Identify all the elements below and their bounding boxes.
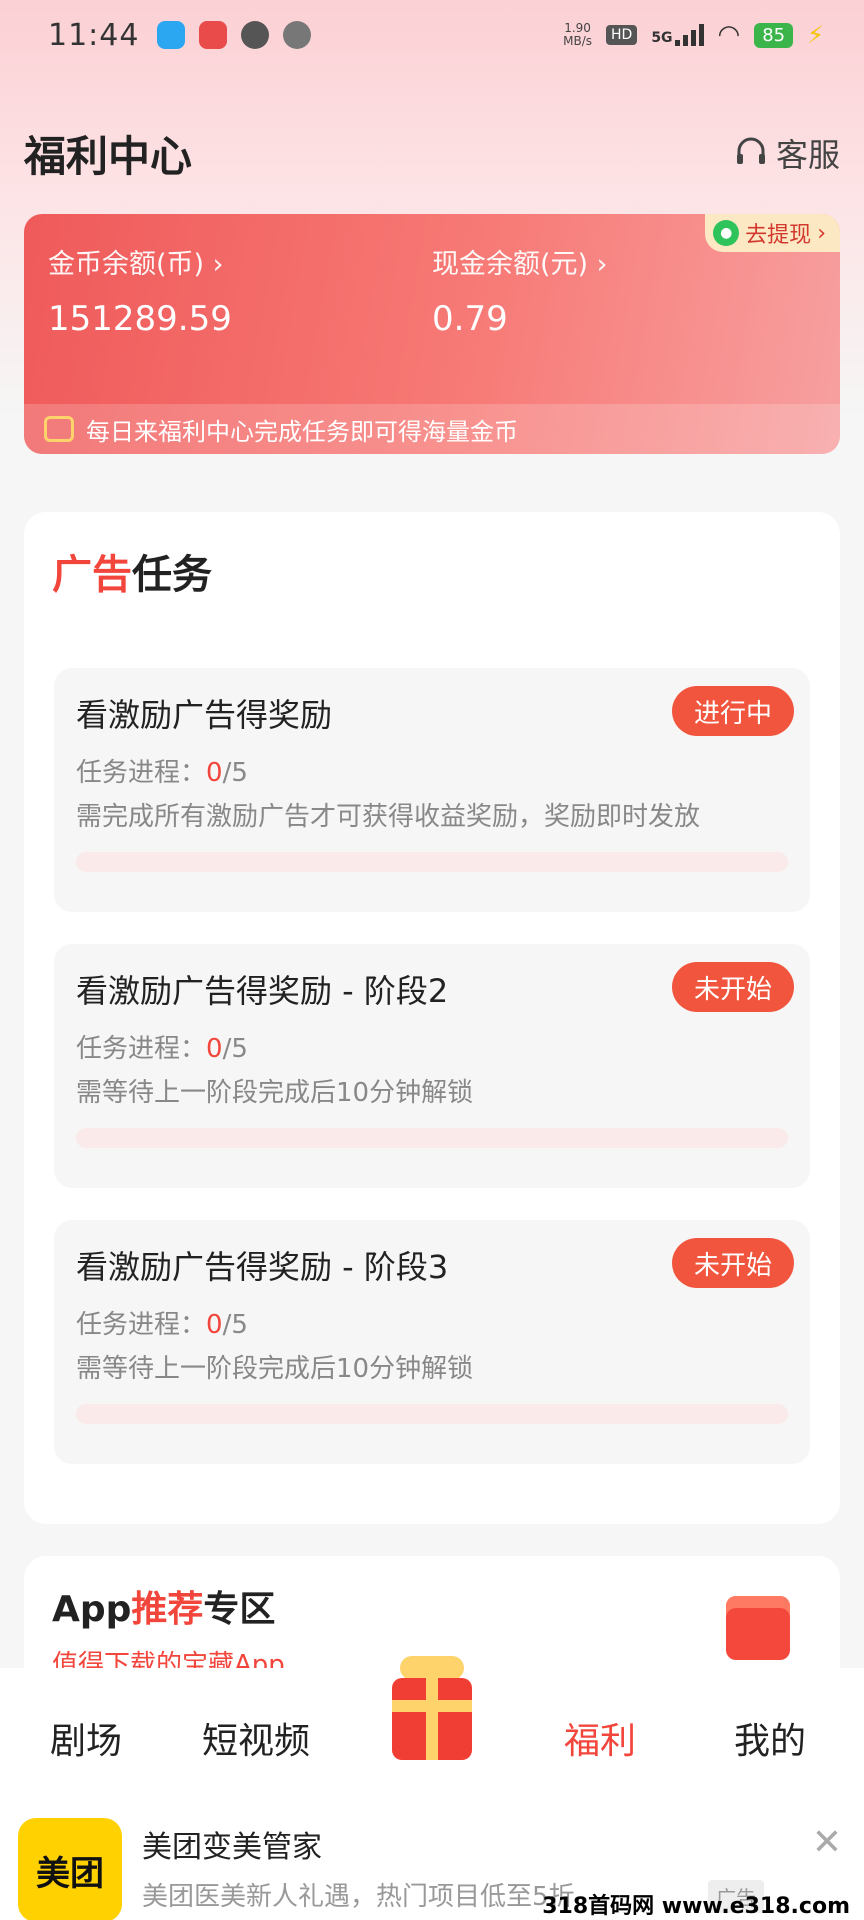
page-header: 福利中心 客服 <box>24 120 840 186</box>
bottom-nav: 剧场 短视频 福利 我的 <box>0 1656 864 1808</box>
task-progress: 任务进程：0/5 <box>76 1028 248 1065</box>
task-name: 看激励广告得奖励 - 阶段2 <box>76 972 449 1010</box>
ad-banner[interactable]: 美团 美团变美管家 美团医美新人礼遇，热门项目低至5折 广告 ✕ 318首码网 … <box>0 1808 864 1920</box>
sync-icon <box>283 21 312 49</box>
headset-icon <box>736 137 765 164</box>
balance-tip-text: 每日来福利中心完成任务即可得海量金币 <box>86 417 518 446</box>
page-title: 福利中心 <box>24 131 193 181</box>
balance-tip: 每日来福利中心完成任务即可得海量金币 <box>24 404 840 454</box>
meituan-logo: 美团 <box>18 1818 122 1920</box>
net-speed-unit: MB/s <box>563 34 592 48</box>
watermark: 318首码网 www.e318.com <box>542 1894 850 1919</box>
task-progress-total: /5 <box>222 758 248 788</box>
section-title-rest: 任务 <box>132 552 212 598</box>
wechat-status-icon <box>241 21 270 49</box>
coin-balance-label: 金币余额(币) <box>48 249 205 280</box>
section-title-highlight: 广告 <box>52 552 132 598</box>
task-card[interactable]: 看激励广告得奖励 - 阶段2 未开始 任务进程：0/5 需等待上一阶段完成后10… <box>54 944 810 1188</box>
coin-balance[interactable]: 金币余额(币) › 151289.59 <box>48 242 232 339</box>
withdraw-label: 去提现 <box>745 223 812 248</box>
gift-icon <box>726 1596 790 1660</box>
customer-service-label: 客服 <box>775 136 840 174</box>
cash-balance-value: 0.79 <box>432 299 508 339</box>
ad-title: 美团变美管家 <box>142 1830 322 1865</box>
nav-item-welfare[interactable]: 福利 <box>564 1712 636 1764</box>
app-title-rest: 专区 <box>203 1589 276 1630</box>
task-progress-label: 任务进程： <box>76 1310 207 1340</box>
net-speed: 1.90 MB/s <box>563 22 592 48</box>
task-progress-current: 0 <box>206 1310 223 1340</box>
battery-icon: 85 <box>754 22 794 48</box>
task-card[interactable]: 看激励广告得奖励 进行中 任务进程：0/5 需完成所有激励广告才可获得收益奖励，… <box>54 668 810 912</box>
task-status-badge[interactable]: 进行中 <box>671 686 794 736</box>
task-description: 需完成所有激励广告才可获得收益奖励，奖励即时发放 <box>76 802 701 832</box>
hd-badge: HD <box>606 25 638 45</box>
gift-bow <box>400 1656 464 1680</box>
task-progress-bar <box>76 1128 788 1148</box>
app-section-title: App推荐专区 <box>52 1580 275 1632</box>
nav-item-short-video[interactable]: 短视频 <box>202 1712 310 1764</box>
network-type: 5G <box>651 30 673 46</box>
task-card[interactable]: 看激励广告得奖励 - 阶段3 未开始 任务进程：0/5 需等待上一阶段完成后10… <box>54 1220 810 1464</box>
ad-task-panel: 广告任务 看激励广告得奖励 进行中 任务进程：0/5 需完成所有激励广告才可获得… <box>24 512 840 1524</box>
wallet-icon <box>44 416 74 442</box>
app-icon <box>199 21 228 49</box>
chevron-right-icon: › <box>212 249 224 280</box>
task-progress: 任务进程：0/5 <box>76 1304 248 1341</box>
notification-icons <box>157 21 312 49</box>
task-progress-bar <box>76 1404 788 1424</box>
status-bar: 11:44 1.90 MB/s HD 5G ◠ 85 ⚡ <box>0 0 864 70</box>
task-progress-label: 任务进程： <box>76 758 207 788</box>
task-progress-label: 任务进程： <box>76 1034 207 1064</box>
task-name: 看激励广告得奖励 <box>76 696 333 734</box>
task-progress-total: /5 <box>222 1310 248 1340</box>
task-name: 看激励广告得奖励 - 阶段3 <box>76 1248 449 1286</box>
task-progress: 任务进程：0/5 <box>76 752 248 789</box>
app-title-prefix: App <box>52 1589 132 1630</box>
balance-card: ● 去提现 › 金币余额(币) › 151289.59 现金余额(元) › 0.… <box>24 214 840 454</box>
wifi-icon: ◠ <box>717 20 741 50</box>
withdraw-button[interactable]: ● 去提现 › <box>705 214 840 252</box>
task-progress-bar <box>76 852 788 872</box>
section-title: 广告任务 <box>52 542 212 600</box>
task-description: 需等待上一阶段完成后10分钟解锁 <box>76 1078 474 1108</box>
status-indicators: 1.90 MB/s HD 5G ◠ 85 ⚡ <box>563 20 824 50</box>
cash-balance[interactable]: 现金余额(元) › 0.79 <box>432 242 607 339</box>
status-time: 11:44 <box>48 17 140 53</box>
nav-item-me[interactable]: 我的 <box>734 1712 806 1764</box>
chevron-right-icon: › <box>596 249 608 280</box>
chevron-right-icon: › <box>817 220 826 246</box>
qq-icon <box>157 21 186 49</box>
task-status-badge[interactable]: 未开始 <box>671 962 794 1012</box>
ad-description: 美团医美新人礼遇，热门项目低至5折 <box>142 1882 575 1912</box>
signal-icon: 5G <box>651 24 704 46</box>
wechat-icon: ● <box>713 220 740 246</box>
customer-service-button[interactable]: 客服 <box>734 130 840 176</box>
nav-item-theater[interactable]: 剧场 <box>50 1712 122 1764</box>
cash-balance-label: 现金余额(元) <box>432 249 589 280</box>
task-progress-current: 0 <box>206 758 223 788</box>
task-progress-current: 0 <box>206 1034 223 1064</box>
task-description: 需等待上一阶段完成后10分钟解锁 <box>76 1354 474 1384</box>
app-title-highlight: 推荐 <box>131 1589 204 1630</box>
charging-icon: ⚡ <box>807 21 824 49</box>
task-progress-total: /5 <box>222 1034 248 1064</box>
coin-balance-value: 151289.59 <box>48 299 232 339</box>
gift-box-icon[interactable] <box>392 1678 472 1760</box>
task-status-badge[interactable]: 未开始 <box>671 1238 794 1288</box>
close-icon[interactable]: ✕ <box>812 1822 842 1863</box>
